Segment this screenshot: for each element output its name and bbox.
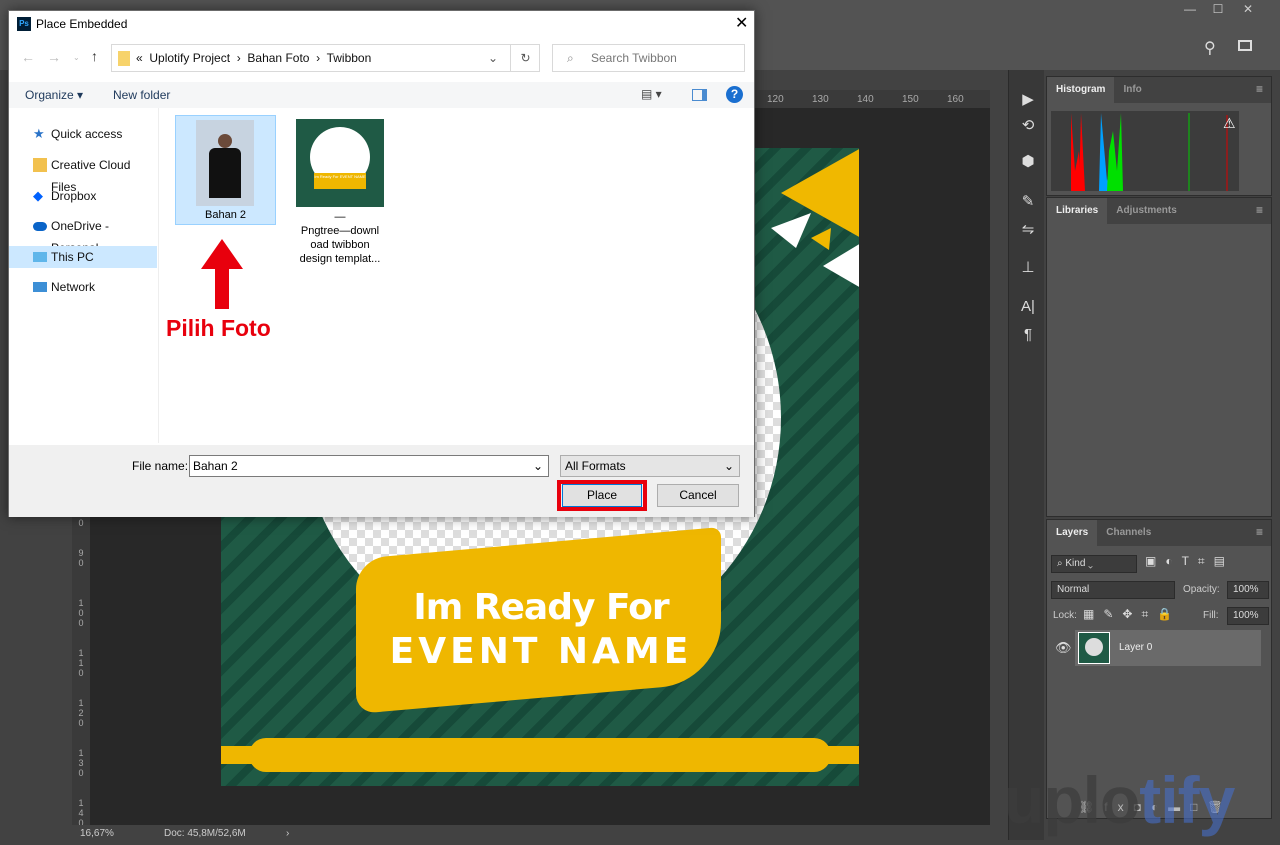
twibbon-thumbnail: Im Ready For EVENT NAME: [296, 119, 384, 207]
file-name-input[interactable]: Bahan 2 ⌄: [189, 455, 549, 477]
chevron-down-icon: ⌄: [723, 459, 734, 473]
navigation-pane: ★ Quick access Creative Cloud Files ◆ Drop…: [9, 108, 159, 443]
histogram-chart: [1051, 111, 1239, 191]
search-icon: ⌕: [567, 51, 574, 65]
3d-icon[interactable]: ⬢: [1019, 152, 1037, 170]
panel-menu-icon[interactable]: ≡: [1248, 77, 1271, 103]
cloud-icon: [33, 222, 47, 231]
maximize-button[interactable]: ☐: [1204, 2, 1232, 18]
nav-onedrive[interactable]: OneDrive - Personal: [9, 215, 157, 255]
photo-thumbnail: [196, 120, 254, 206]
paragraph-icon[interactable]: ¶: [1019, 326, 1037, 343]
blend-mode-select[interactable]: Normal: [1051, 581, 1175, 599]
clone-icon[interactable]: ⊥: [1019, 258, 1037, 276]
file-item-bahan-2[interactable]: Bahan 2: [175, 115, 276, 225]
new-folder-button[interactable]: New folder: [113, 88, 170, 102]
address-bar[interactable]: « Uplotify Project › Bahan Foto › Twibbo…: [111, 44, 540, 72]
panel-menu-icon[interactable]: ≡: [1248, 198, 1271, 224]
layer-thumbnail: [1078, 632, 1110, 664]
visibility-eye-icon[interactable]: 👁: [1055, 640, 1072, 656]
search-input[interactable]: ⌕ Search Twibbon: [552, 44, 745, 72]
tab-channels[interactable]: Channels: [1097, 520, 1160, 546]
artwork-text: Im Ready For EVENT NAME: [389, 587, 693, 672]
help-icon[interactable]: ?: [726, 86, 743, 103]
filter-kind-select[interactable]: ⌕ Kind ⌄: [1051, 555, 1137, 573]
workspace-icon[interactable]: [1238, 40, 1252, 51]
preview-pane-icon[interactable]: [692, 89, 707, 101]
place-embedded-dialog: Ps Place Embedded ✕ ← → ⌄ ↑ « Uplotify P…: [8, 10, 755, 517]
tab-histogram[interactable]: Histogram: [1047, 77, 1115, 103]
format-select[interactable]: All Formats ⌄: [560, 455, 740, 477]
file-item-pngtree[interactable]: — Pngtree—downl oad twibbon design templ…: [290, 210, 390, 266]
minimize-button[interactable]: —: [1176, 2, 1204, 18]
recent-dropdown[interactable]: ⌄: [73, 53, 80, 62]
layer-row[interactable]: Layer 0: [1075, 630, 1261, 666]
libraries-panel: Libraries Adjustments ≡: [1046, 197, 1272, 517]
forward-button[interactable]: →: [47, 49, 61, 65]
close-app-button[interactable]: ✕: [1234, 2, 1262, 18]
star-icon: ★: [33, 126, 45, 141]
triangle-decor: [771, 149, 859, 287]
histogram-panel: Histogram Info ≡ ⚠: [1046, 76, 1272, 196]
search-icon[interactable]: ⚲: [1204, 38, 1216, 58]
tab-info[interactable]: Info: [1114, 77, 1150, 103]
computer-icon: [33, 252, 47, 262]
command-bar: Organize ▾ New folder ▤ ▾ ?: [9, 82, 754, 108]
panel-toolbar: ▶ ⟲ ⬢ ✎ ⇋ ⊥ A| ¶: [1008, 70, 1044, 840]
tab-layers[interactable]: Layers: [1047, 520, 1098, 546]
dialog-title: Place Embedded: [36, 17, 128, 31]
panel-menu-icon[interactable]: ≡: [1248, 520, 1271, 546]
bottom-pill: [249, 738, 831, 772]
lock-icons[interactable]: ▦✎✥⌗🔒: [1083, 607, 1181, 622]
breadcrumb: « Uplotify Project › Bahan Foto › Twibbo…: [136, 51, 372, 65]
nav-this-pc[interactable]: This PC: [9, 246, 157, 268]
warning-icon[interactable]: ⚠: [1223, 115, 1236, 132]
chevron-down-icon[interactable]: ⌄: [533, 456, 543, 476]
tab-libraries[interactable]: Libraries: [1047, 198, 1108, 224]
network-icon: [33, 282, 47, 292]
up-button[interactable]: ↑: [91, 48, 98, 64]
folder-icon: [118, 51, 130, 66]
watermark-logo: uplotify: [1004, 763, 1235, 837]
play-icon[interactable]: ▶: [1019, 90, 1037, 108]
tab-adjustments[interactable]: Adjustments: [1107, 198, 1186, 224]
status-bar: 16,67% Doc: 45,8M/52,6M ›: [72, 825, 1007, 845]
nav-network[interactable]: Network: [9, 276, 157, 298]
cancel-button[interactable]: Cancel: [657, 484, 739, 507]
filter-icons[interactable]: ▣◐T⌗▤: [1145, 554, 1234, 569]
brushes-icon[interactable]: ✎: [1019, 192, 1037, 210]
character-icon[interactable]: A|: [1019, 298, 1037, 315]
photoshop-app-icon: Ps: [17, 17, 31, 31]
nav-creative-cloud[interactable]: Creative Cloud Files: [9, 154, 157, 194]
place-button[interactable]: Place: [562, 484, 642, 507]
folder-icon: [33, 158, 47, 172]
history-icon[interactable]: ⟲: [1019, 116, 1037, 134]
red-arrow-annotation: [201, 239, 243, 309]
adjust-icon[interactable]: ⇋: [1019, 220, 1037, 238]
close-dialog-button[interactable]: ✕: [735, 13, 748, 33]
nav-dropbox[interactable]: ◆ Dropbox: [9, 185, 157, 207]
dropbox-icon: ◆: [33, 188, 43, 203]
fill-input[interactable]: 100%: [1227, 607, 1269, 625]
dialog-footer: File name: Bahan 2 ⌄ All Formats ⌄ Place C…: [9, 445, 754, 517]
back-button[interactable]: ←: [21, 49, 35, 65]
opacity-input[interactable]: 100%: [1227, 581, 1269, 599]
nav-quick-access[interactable]: ★ Quick access: [9, 123, 157, 145]
organize-button[interactable]: Organize ▾: [25, 88, 83, 102]
view-options-icon[interactable]: ▤ ▾: [641, 87, 662, 101]
refresh-button[interactable]: ↻: [510, 45, 540, 71]
annotation-label: Pilih Foto: [166, 315, 271, 341]
chevron-down-icon[interactable]: ⌄: [488, 51, 498, 65]
